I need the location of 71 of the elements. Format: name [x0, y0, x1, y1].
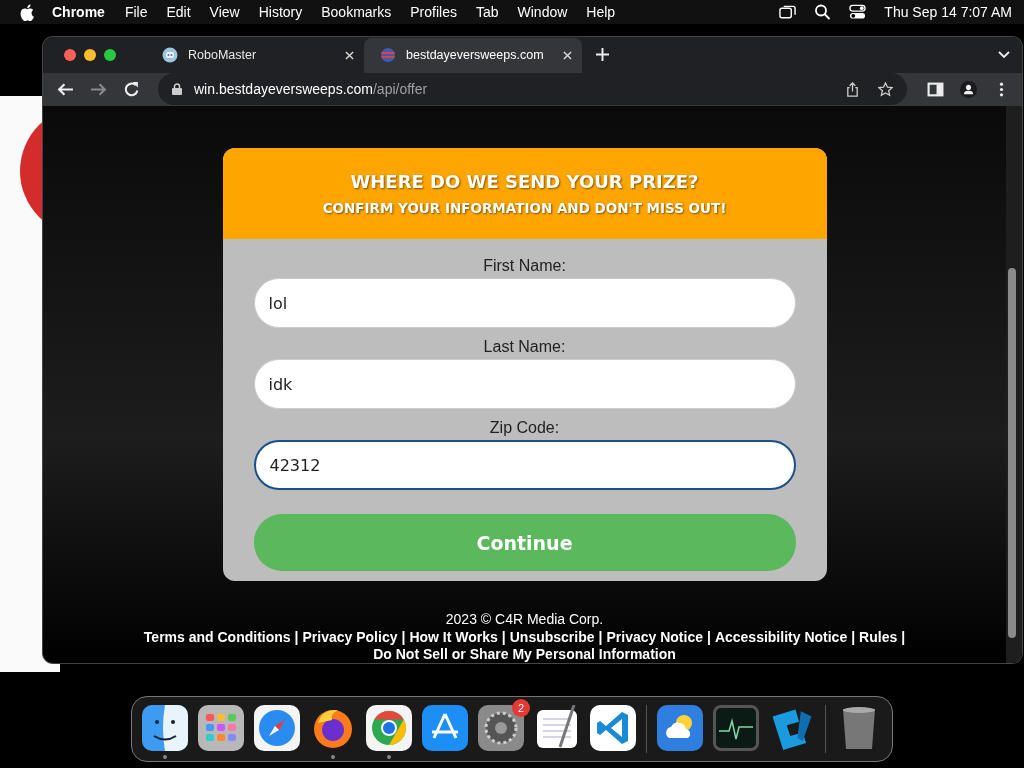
lock-icon[interactable] [172, 83, 182, 96]
chevron-down-icon[interactable] [998, 50, 1010, 59]
menu-item[interactable]: View [209, 4, 240, 20]
link-separator: | [501, 629, 506, 646]
windows-icon[interactable] [779, 4, 797, 20]
footer-link[interactable]: How It Works [409, 629, 498, 646]
card-subtitle: CONFIRM YOUR INFORMATION AND DON'T MISS OUT! [322, 200, 727, 216]
gear-icon[interactable] [478, 705, 524, 751]
menu-item[interactable]: Help [586, 4, 616, 20]
toggles-icon[interactable] [849, 4, 867, 20]
menu-item[interactable]: Tab [475, 4, 499, 20]
menu-item[interactable]: Window [517, 4, 568, 20]
scrollbar-thumb[interactable] [1008, 268, 1016, 638]
field-label: First Name: [483, 257, 566, 275]
footer-link[interactable]: Privacy Notice [606, 629, 703, 646]
close-window-icon[interactable] [64, 48, 76, 61]
reload-icon[interactable] [123, 80, 140, 98]
robot-face-icon [162, 47, 178, 64]
star-icon[interactable] [878, 81, 893, 97]
letter-a-icon[interactable] [422, 705, 468, 751]
menu-item[interactable]: Bookmarks [321, 4, 392, 20]
close-icon[interactable] [345, 50, 354, 60]
url-host: win.bestdayeversweeps.com [194, 81, 373, 98]
card-title: WHERE DO WE SEND YOUR PRIZE? [350, 171, 699, 192]
search-icon[interactable] [814, 4, 832, 20]
menu-item[interactable]: Edit [166, 4, 191, 20]
footer-link[interactable]: Rules [859, 629, 898, 646]
profile-avatar-icon[interactable] [960, 80, 977, 98]
footer-link[interactable]: Unsubscribe [509, 629, 595, 646]
scrollbar[interactable] [1006, 106, 1022, 663]
menu-item[interactable]: File [124, 4, 148, 20]
minimize-window-icon[interactable] [84, 48, 96, 61]
notification-badge: 2 [512, 699, 530, 717]
link-separator: | [401, 629, 406, 646]
globe-icon [380, 47, 396, 64]
menu-item[interactable]: Profiles [410, 4, 457, 20]
app-grid-icon[interactable] [198, 705, 244, 751]
new-tab-icon[interactable] [596, 48, 609, 62]
cloud-sun-icon[interactable] [657, 705, 703, 751]
apple-logo-icon[interactable] [20, 3, 34, 21]
link-separator: | [706, 629, 711, 646]
compass-icon[interactable] [254, 705, 300, 751]
input-field[interactable]: 42312 [253, 440, 796, 490]
address-bar[interactable]: win.bestdayeversweeps.com/api/offer [158, 73, 907, 106]
input-field[interactable]: lol [253, 278, 796, 328]
menu-item[interactable]: History [258, 4, 303, 20]
input-field[interactable]: idk [253, 359, 796, 409]
field-label: Zip Code: [489, 419, 560, 437]
url-path: /api/offer [373, 81, 428, 98]
notepad-pen-icon[interactable] [534, 705, 580, 751]
copyright-text: 2023 © C4R Media Corp. [445, 611, 604, 627]
share-icon[interactable] [845, 81, 860, 97]
side-panel-icon[interactable] [927, 80, 944, 98]
clock[interactable]: Thu Sep 14 7:07 AM [884, 4, 1012, 20]
zoom-window-icon[interactable] [104, 48, 116, 61]
app-name-menu[interactable]: Chrome [52, 4, 105, 20]
field-label: Last Name: [483, 338, 566, 356]
code-editor-icon[interactable] [590, 705, 636, 751]
monitor-graph-icon[interactable] [713, 705, 759, 751]
footer-link[interactable]: Do Not Sell or Share My Personal Information [373, 646, 676, 663]
link-separator: | [294, 629, 299, 646]
link-separator: | [851, 629, 856, 646]
browser-tab[interactable]: bestdayeversweeps.com [364, 37, 582, 73]
browser-tab[interactable]: RoboMaster [146, 37, 364, 73]
footer-link[interactable]: Privacy Policy [302, 629, 398, 646]
footer-link[interactable]: Terms and Conditions [143, 629, 291, 646]
link-separator: | [901, 629, 906, 646]
close-icon[interactable] [563, 50, 572, 60]
footer-link[interactable]: Accessibility Notice [714, 629, 848, 646]
smiling-face-icon[interactable] [142, 705, 188, 751]
link-separator: | [598, 629, 603, 646]
